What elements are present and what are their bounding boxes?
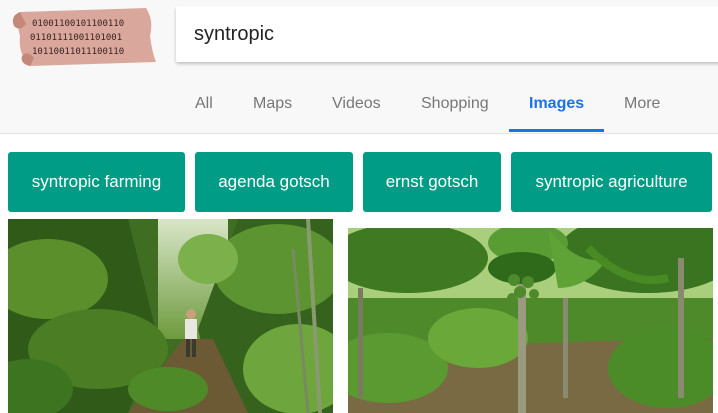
suggestion-chip-syntropic-farming[interactable]: syntropic farming (8, 152, 185, 212)
image-result-forest-path[interactable] (8, 219, 333, 413)
logo-binary-row: 01001100101100110 (32, 19, 124, 29)
search-tabs: All Maps Videos Shopping Images More (0, 82, 718, 134)
search-input[interactable] (194, 20, 694, 48)
suggestion-chip-ernst-gotsch[interactable]: ernst gotsch (363, 152, 501, 212)
search-box (176, 6, 718, 62)
suggestion-chip-syntropic-agriculture[interactable]: syntropic agriculture (511, 152, 712, 212)
active-tab-indicator (509, 129, 604, 132)
tab-more[interactable]: More (624, 82, 660, 134)
tab-images[interactable]: Images (529, 82, 584, 134)
tab-shopping[interactable]: Shopping (421, 82, 489, 134)
tab-maps[interactable]: Maps (253, 82, 292, 134)
tab-all[interactable]: All (195, 82, 213, 134)
image-result-papaya-plantation[interactable] (348, 228, 713, 413)
binary-scroll-logo[interactable]: 01001100101100110 01101111001101001 1011… (6, 4, 156, 68)
suggestion-chip-agenda-gotsch[interactable]: agenda gotsch (195, 152, 353, 212)
search-header: 01001100101100110 01101111001101001 1011… (0, 0, 718, 134)
logo-binary-row: 01101111001101001 (30, 33, 122, 43)
logo-binary-row: 10110011011100110 (32, 47, 124, 57)
tab-videos[interactable]: Videos (332, 82, 381, 134)
